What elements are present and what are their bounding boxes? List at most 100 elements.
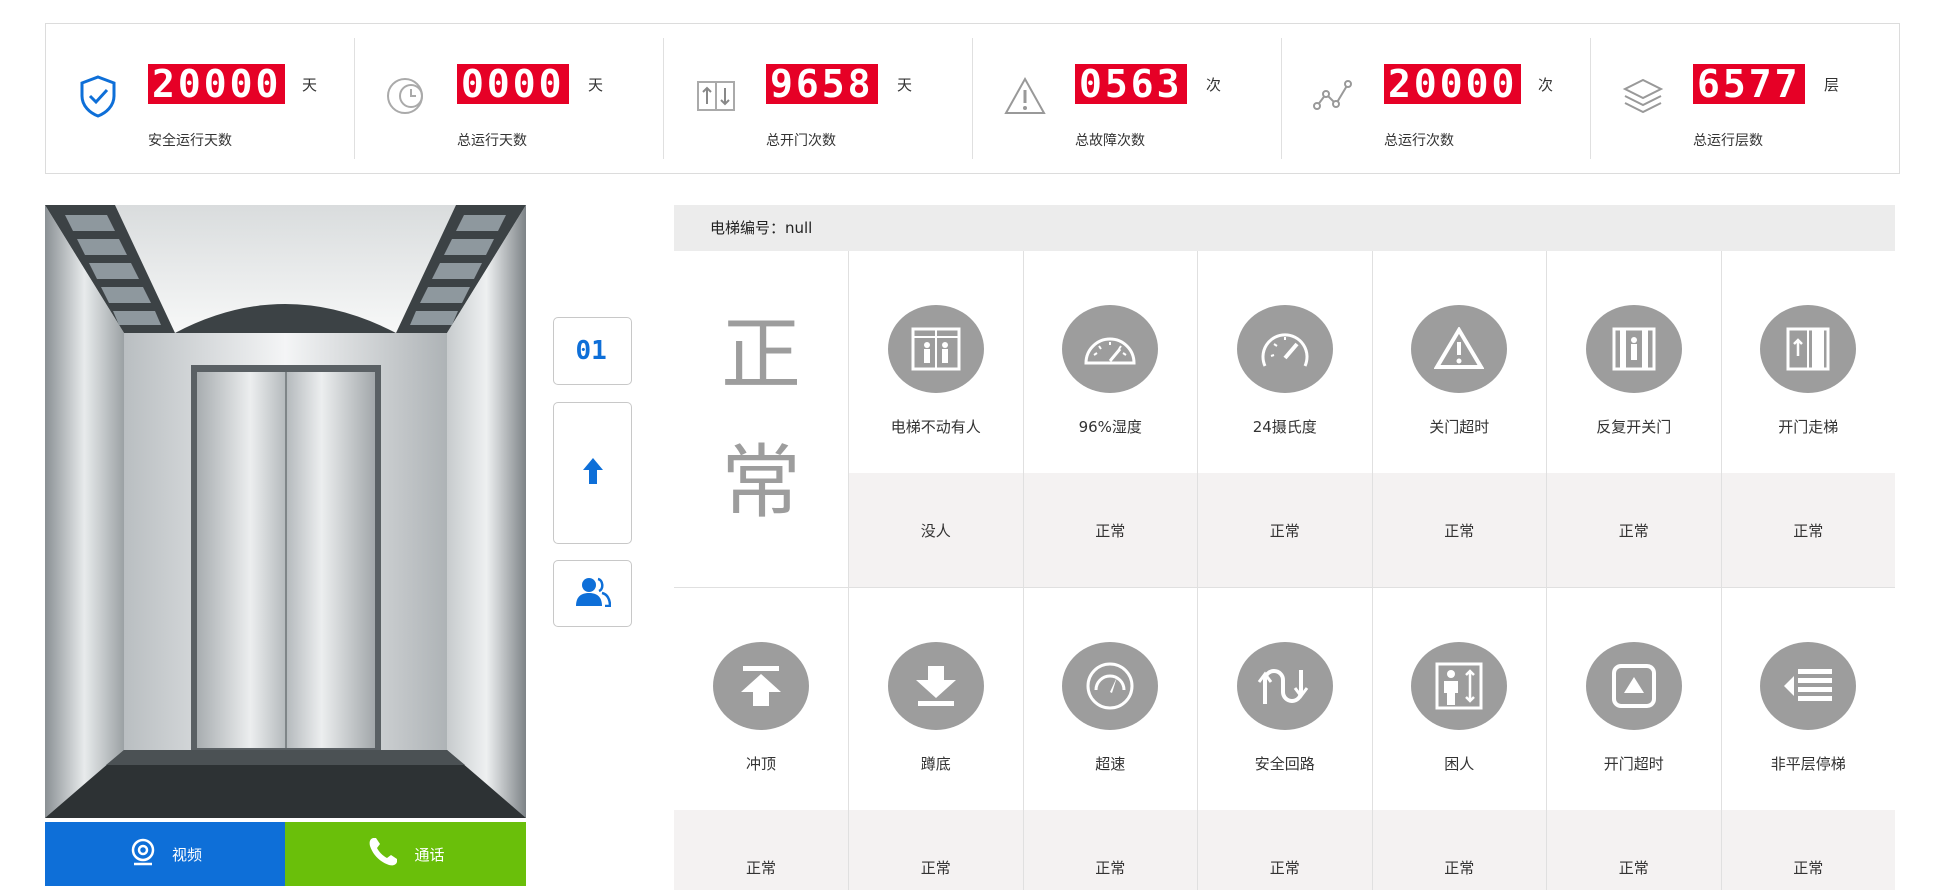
video-button-label: 视频 bbox=[171, 845, 202, 864]
status-value: 正常 bbox=[1547, 810, 1721, 890]
status-cell: 安全回路 正常 bbox=[1198, 588, 1373, 890]
status-name: 反复开关门 bbox=[1596, 418, 1672, 436]
floor-number: 01 bbox=[575, 336, 607, 366]
call-button-label: 通话 bbox=[414, 845, 445, 864]
direction-indicator bbox=[553, 402, 632, 544]
status-value: 正常 bbox=[1721, 810, 1895, 890]
trapped-person-icon bbox=[1411, 642, 1508, 730]
stat-unit: 次 bbox=[1538, 76, 1554, 94]
speedometer-icon bbox=[1062, 642, 1159, 730]
users-icon bbox=[575, 577, 611, 611]
status-name: 蹲底 bbox=[920, 755, 951, 773]
humidity-gauge-icon bbox=[1062, 305, 1159, 393]
status-name: 96%湿度 bbox=[1078, 418, 1142, 436]
status-value: 正常 bbox=[1721, 473, 1895, 587]
status-name: 冲顶 bbox=[745, 755, 776, 773]
status-name: 开门走梯 bbox=[1778, 418, 1839, 436]
elevator-person-icon bbox=[887, 305, 984, 393]
door-timeout-icon bbox=[1585, 642, 1682, 730]
status-value: 正常 bbox=[1372, 810, 1546, 890]
stats-bar: 20000 天 安全运行天数 0000 天 总运行天数 9658 天 总开门次数… bbox=[45, 23, 1900, 174]
stat-value: 0563 bbox=[1075, 64, 1187, 104]
floor-indicator: 01 bbox=[553, 317, 632, 385]
status-cell: 开门走梯 正常 bbox=[1721, 251, 1895, 587]
status-cell: 反复开关门 正常 bbox=[1547, 251, 1722, 587]
status-cell: 开门超时 正常 bbox=[1547, 588, 1722, 890]
status-cell: 24摄氏度 正常 bbox=[1198, 251, 1373, 587]
status-cell: 96%湿度 正常 bbox=[1023, 251, 1198, 587]
stat-total-days: 0000 天 总运行天数 bbox=[355, 38, 664, 159]
door-arrows-icon bbox=[694, 74, 738, 118]
overall-status-char-1: 正 bbox=[721, 308, 801, 401]
status-name: 电梯不动有人 bbox=[890, 418, 981, 436]
stat-unit: 次 bbox=[1206, 76, 1222, 94]
status-name: 困人 bbox=[1444, 755, 1475, 773]
layers-icon bbox=[1621, 74, 1665, 118]
status-cell: 超速 正常 bbox=[1023, 588, 1198, 890]
loop-icon bbox=[1236, 642, 1333, 730]
status-panel: 电梯编号：null 正 常 电梯不动有人 没人 96%湿度 正常 24摄氏度 正… bbox=[674, 205, 1895, 890]
status-cell: 电梯不动有人 没人 bbox=[849, 251, 1024, 587]
status-name: 开门超时 bbox=[1603, 755, 1664, 773]
warning-triangle-icon bbox=[1411, 305, 1508, 393]
status-name: 非平层停梯 bbox=[1770, 755, 1846, 773]
elevator-id-header: 电梯编号：null bbox=[674, 205, 1895, 251]
stat-floors: 6577 层 总运行层数 bbox=[1591, 38, 1899, 159]
status-cell: 非平层停梯 正常 bbox=[1721, 588, 1895, 890]
door-open-icon bbox=[1760, 305, 1857, 393]
status-row-1: 正 常 电梯不动有人 没人 96%湿度 正常 24摄氏度 正常 关门超时 正常 … bbox=[674, 251, 1895, 588]
temperature-gauge-icon bbox=[1236, 305, 1333, 393]
status-value: 正常 bbox=[1198, 473, 1372, 587]
warning-icon bbox=[1003, 74, 1047, 118]
stat-value: 9658 bbox=[766, 64, 878, 104]
passenger-indicator bbox=[553, 560, 632, 627]
level-stop-icon bbox=[1760, 642, 1857, 730]
up-arrow-icon bbox=[713, 642, 809, 730]
status-value: 没人 bbox=[849, 473, 1023, 587]
status-name: 24摄氏度 bbox=[1252, 418, 1317, 436]
stat-label: 总开门次数 bbox=[766, 133, 836, 149]
status-row-2: 冲顶 正常 蹲底 正常 超速 正常 安全回路 正常 困人 正常 开门超时 正常 … bbox=[674, 588, 1895, 890]
stat-label: 总故障次数 bbox=[1075, 133, 1145, 149]
status-cell: 关门超时 正常 bbox=[1372, 251, 1547, 587]
stat-unit: 天 bbox=[897, 76, 913, 94]
down-arrow-icon bbox=[887, 642, 984, 730]
elevator-car-image bbox=[45, 205, 526, 818]
stat-unit: 层 bbox=[1824, 76, 1840, 94]
status-value: 正常 bbox=[849, 810, 1023, 890]
overall-status-char-2: 常 bbox=[721, 436, 801, 529]
clock-icon bbox=[385, 74, 429, 118]
stat-value: 6577 bbox=[1693, 64, 1805, 104]
phone-icon bbox=[366, 835, 400, 873]
video-button[interactable]: 视频 bbox=[45, 822, 285, 886]
status-value: 正常 bbox=[1372, 473, 1546, 587]
status-cell: 蹲底 正常 bbox=[849, 588, 1024, 890]
status-value: 正常 bbox=[1023, 473, 1197, 587]
status-value: 正常 bbox=[1198, 810, 1372, 890]
status-name: 超速 bbox=[1095, 755, 1126, 773]
stat-value: 20000 bbox=[1384, 64, 1522, 104]
door-repeat-icon bbox=[1585, 305, 1682, 393]
status-value: 正常 bbox=[1547, 473, 1721, 587]
stat-label: 安全运行天数 bbox=[148, 133, 232, 149]
shield-check-icon bbox=[76, 74, 120, 118]
status-name: 安全回路 bbox=[1254, 755, 1315, 773]
status-value: 正常 bbox=[674, 810, 848, 890]
trend-icon bbox=[1312, 74, 1356, 118]
stat-value: 20000 bbox=[148, 64, 286, 104]
camera-icon bbox=[128, 837, 158, 871]
overall-status: 正 常 bbox=[674, 251, 849, 587]
call-button[interactable]: 通话 bbox=[285, 822, 526, 886]
status-name: 关门超时 bbox=[1429, 418, 1490, 436]
stat-runs: 20000 次 总运行次数 bbox=[1282, 38, 1591, 159]
status-cell: 冲顶 正常 bbox=[674, 588, 849, 890]
stat-door-open: 9658 天 总开门次数 bbox=[664, 38, 973, 159]
stat-label: 总运行天数 bbox=[457, 133, 527, 149]
stat-label: 总运行次数 bbox=[1384, 133, 1454, 149]
stat-faults: 0563 次 总故障次数 bbox=[973, 38, 1282, 159]
stat-label: 总运行层数 bbox=[1693, 133, 1763, 149]
stat-safe-days: 20000 天 安全运行天数 bbox=[46, 38, 355, 159]
stat-value: 0000 bbox=[457, 64, 569, 104]
stat-unit: 天 bbox=[588, 76, 604, 94]
status-cell: 困人 正常 bbox=[1372, 588, 1547, 890]
